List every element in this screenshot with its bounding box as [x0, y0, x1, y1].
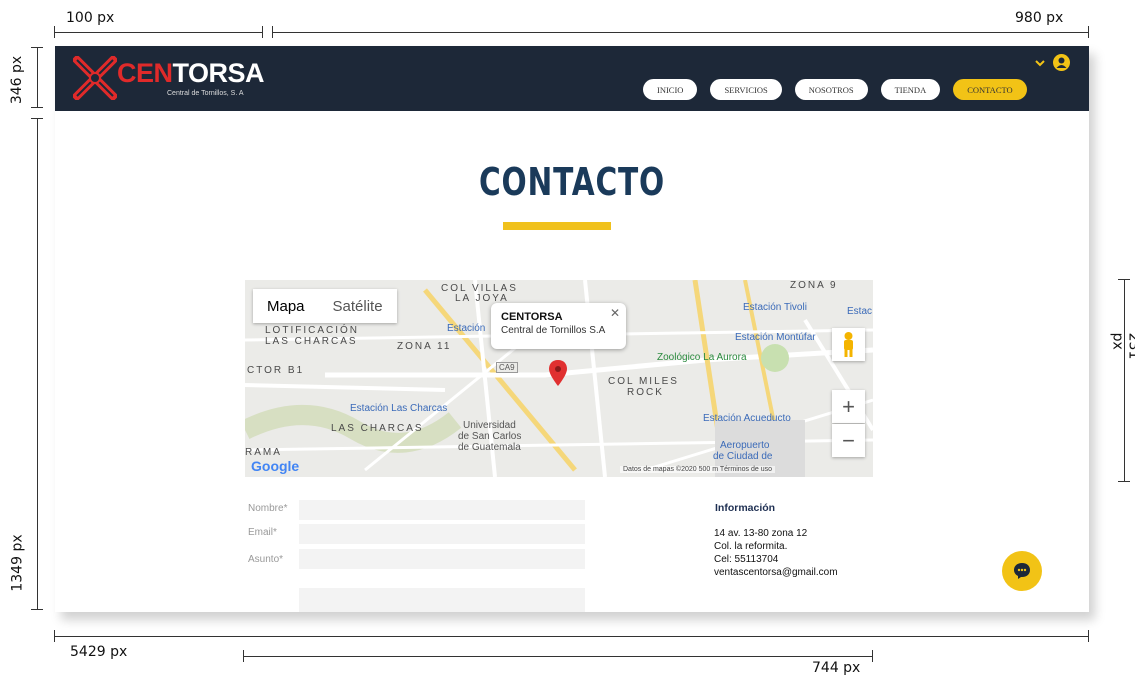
dim-tick: [262, 26, 263, 38]
dim-tick: [54, 26, 55, 38]
dim-line-top-right: [272, 32, 1088, 33]
dim-tick: [54, 630, 55, 642]
map-label: Estac: [847, 306, 873, 317]
map-label: LAS CHARCAS: [331, 423, 424, 434]
map-type-map[interactable]: Mapa: [253, 289, 319, 323]
dim-label-left-page: 1349 px: [9, 534, 26, 592]
map-label: LAS CHARCAS: [265, 336, 358, 347]
google-logo: Google: [251, 458, 300, 474]
nombre-field[interactable]: [299, 500, 585, 520]
map-label: ZONA 9: [790, 280, 838, 291]
dim-tick: [1118, 481, 1130, 482]
dim-tick: [1088, 26, 1089, 38]
map-type-satellite[interactable]: Satélite: [319, 289, 397, 323]
dim-label-top-right: 980 px: [1015, 10, 1064, 26]
map-label: CA9: [496, 362, 518, 373]
map-label: de Ciudad de: [713, 451, 773, 462]
map-label: Estación Acueducto: [703, 413, 791, 424]
map-pin-icon[interactable]: [549, 360, 567, 386]
map-info-window[interactable]: CENTORSA Central de Tornillos S.A ✕: [491, 303, 626, 349]
dim-label-right-side: 231 px: [1109, 332, 1135, 360]
chat-bubble-icon: [1014, 563, 1030, 579]
logo-wordmark-white: TORSA: [172, 58, 265, 88]
dim-tick: [872, 650, 873, 662]
map-label: LOTIFICACIÓN: [265, 325, 360, 336]
nav-nosotros[interactable]: NOSOTROS: [794, 79, 868, 100]
page-title: CONTACTO: [478, 160, 666, 204]
map-label: Aeropuerto: [720, 440, 770, 451]
dim-tick: [1118, 279, 1130, 280]
street-view-pegman-icon[interactable]: [832, 328, 865, 361]
info-email[interactable]: ventascentorsa@gmail.com: [714, 567, 838, 578]
dim-tick: [1088, 630, 1089, 642]
map-label: de Guatemala: [458, 442, 521, 453]
dim-tick: [272, 26, 273, 38]
dim-label-bottom-full: 5429 px: [70, 644, 128, 660]
map-label: Zoológico La Aurora: [657, 352, 747, 363]
map-label: Universidad: [463, 420, 516, 431]
email-field[interactable]: [299, 524, 585, 544]
map-label: CTOR B1: [247, 365, 305, 376]
email-label: Email*: [248, 527, 277, 538]
main-nav: INICIO SERVICIOS NOSOTROS TIENDA CONTACT…: [643, 79, 1027, 100]
site-header: CENTORSA Central de Tornillos, S. A INIC…: [55, 46, 1089, 111]
chevron-down-icon[interactable]: [1034, 57, 1046, 69]
dim-tick: [243, 650, 244, 662]
map-label: Estación Tivoli: [743, 302, 807, 313]
logo-wordmark-red: CEN: [117, 58, 173, 88]
info-window-title: CENTORSA: [501, 311, 563, 323]
dim-line-bottom-map: [243, 656, 872, 657]
dim-tick: [31, 107, 43, 108]
map-label: RAMA: [245, 447, 282, 458]
asunto-label: Asunto*: [248, 554, 284, 565]
map-label: ROCK: [627, 387, 664, 398]
map-type-toggle: Mapa Satélite: [253, 289, 397, 323]
map-label: Estación Montúfar: [735, 332, 816, 343]
map-footer[interactable]: Datos de mapas ©2020 500 m Términos de u…: [620, 466, 775, 473]
dim-tick: [31, 118, 43, 119]
info-address: 14 av. 13-80 zona 12: [714, 528, 808, 539]
zoom-out-button[interactable]: −: [832, 424, 865, 457]
logo-subtitle: Central de Tornillos, S. A: [167, 90, 244, 97]
chat-button[interactable]: [1002, 551, 1042, 591]
info-phone: Cel: 55113704: [714, 554, 779, 565]
asunto-field[interactable]: [299, 549, 585, 569]
dim-line-top-left: [54, 32, 263, 33]
dim-label-left-header: 346 px: [9, 55, 26, 105]
google-map[interactable]: Mapa Satélite COL VILLAS LA JOYA ZONA 9 …: [245, 280, 873, 477]
close-icon[interactable]: ✕: [610, 306, 620, 320]
dim-line-right-side: [1124, 279, 1125, 482]
logo-x-icon: [73, 56, 117, 100]
website-mockup: CENTORSA Central de Tornillos, S. A INIC…: [55, 46, 1089, 612]
dim-tick: [31, 609, 43, 610]
dim-line-left-page: [37, 118, 38, 610]
user-circle-icon[interactable]: [1053, 54, 1070, 71]
info-colonia: Col. la reformita.: [714, 541, 788, 552]
zoom-in-button[interactable]: +: [832, 390, 865, 423]
logo-wordmark[interactable]: CENTORSA: [117, 58, 265, 89]
map-label: ZONA 11: [397, 341, 452, 352]
nav-contacto[interactable]: CONTACTO: [953, 79, 1027, 100]
dim-label-top-left: 100 px: [66, 10, 115, 26]
nav-tienda[interactable]: TIENDA: [880, 79, 941, 100]
nombre-label: Nombre*: [248, 503, 288, 514]
map-label: Estación Las Charcas: [350, 403, 448, 414]
nav-servicios[interactable]: SERVICIOS: [710, 79, 782, 100]
info-window-subtitle: Central de Tornillos S.A: [501, 325, 606, 336]
message-field[interactable]: [299, 588, 585, 612]
info-title: Información: [715, 502, 776, 514]
dim-label-bottom-map: 744 px: [812, 660, 861, 676]
map-label: de San Carlos: [458, 431, 522, 442]
nav-inicio[interactable]: INICIO: [643, 79, 698, 100]
title-underline: [503, 222, 611, 230]
dim-line-bottom-full: [54, 636, 1088, 637]
map-label: COL MILES: [608, 376, 679, 387]
dim-tick: [31, 47, 43, 48]
dim-line-left-header: [37, 47, 38, 108]
map-label: Estación: [447, 323, 486, 334]
